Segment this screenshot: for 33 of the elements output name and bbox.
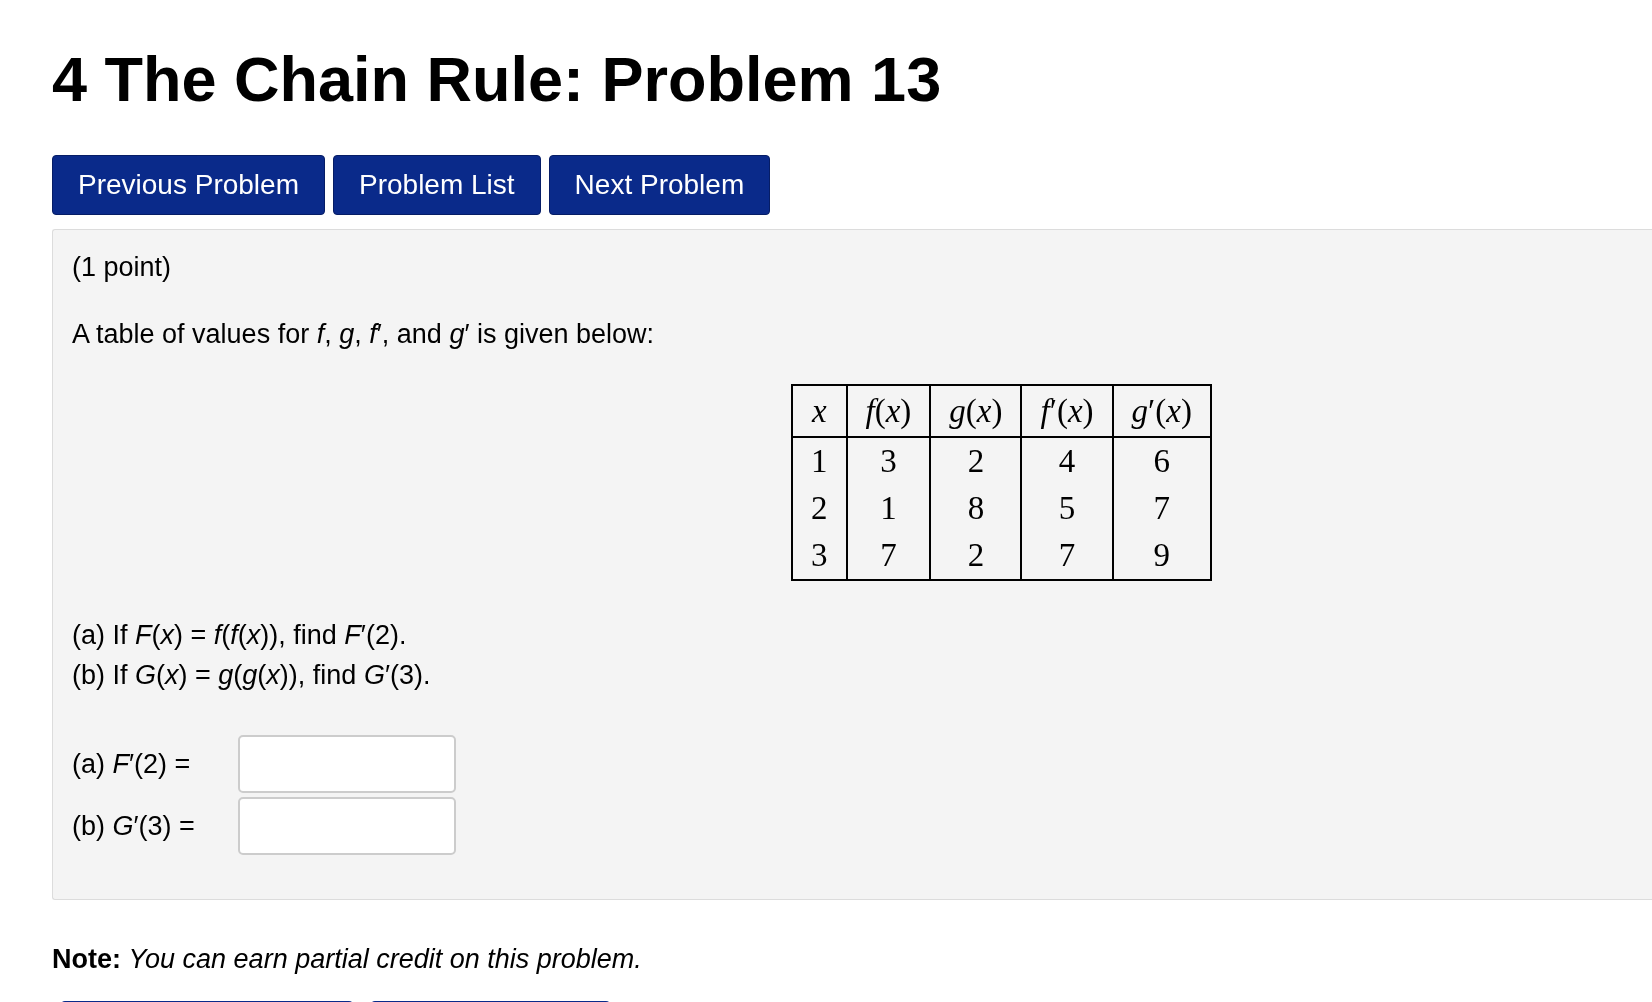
answer-field[interactable] xyxy=(238,735,456,793)
table-cell: 2 xyxy=(792,485,847,532)
page-title: 4 The Chain Rule: Problem 13 xyxy=(52,48,943,111)
table-cell: 6 xyxy=(1112,437,1211,485)
column-header: f(x) xyxy=(846,385,931,437)
question-text: (b) If G(x) = g(g(x)), find G′(3). xyxy=(72,659,432,692)
nav-button[interactable]: Problem List xyxy=(333,155,541,215)
points-text: (1 point) xyxy=(72,252,173,283)
table-cell: 3 xyxy=(792,532,847,580)
answer-field[interactable] xyxy=(238,797,456,855)
table-cell: 1 xyxy=(792,437,847,485)
table-cell: 2 xyxy=(930,532,1022,580)
table-cell: 1 xyxy=(846,485,931,532)
table-cell: 4 xyxy=(1021,437,1113,485)
table-cell: 7 xyxy=(1112,485,1211,532)
table-cell: 8 xyxy=(930,485,1022,532)
column-header: x xyxy=(792,385,847,437)
note-text: Note: You can earn partial credit on this problem. xyxy=(52,944,643,975)
answer-label: (a) F′(2) = xyxy=(72,748,192,780)
column-header: g(x) xyxy=(930,385,1022,437)
table-cell: 2 xyxy=(930,437,1022,485)
nav-button[interactable]: Previous Problem xyxy=(52,155,325,215)
nav-button[interactable]: Next Problem xyxy=(548,155,771,215)
column-header: f′(x) xyxy=(1021,385,1113,437)
table-cell: 9 xyxy=(1112,532,1211,580)
question-text: (a) If F(x) = f(f(x)), find F′(2). xyxy=(72,619,408,652)
problem-text: A table of values for f, g, f′, and g′ is given below: xyxy=(72,319,656,350)
table-cell: 3 xyxy=(846,437,931,485)
table-cell: 7 xyxy=(1021,532,1113,580)
table-cell: 7 xyxy=(846,532,931,580)
table-cell: 5 xyxy=(1021,485,1113,532)
answer-label: (b) G′(3) = xyxy=(72,810,196,842)
column-header: g′(x) xyxy=(1112,385,1211,437)
